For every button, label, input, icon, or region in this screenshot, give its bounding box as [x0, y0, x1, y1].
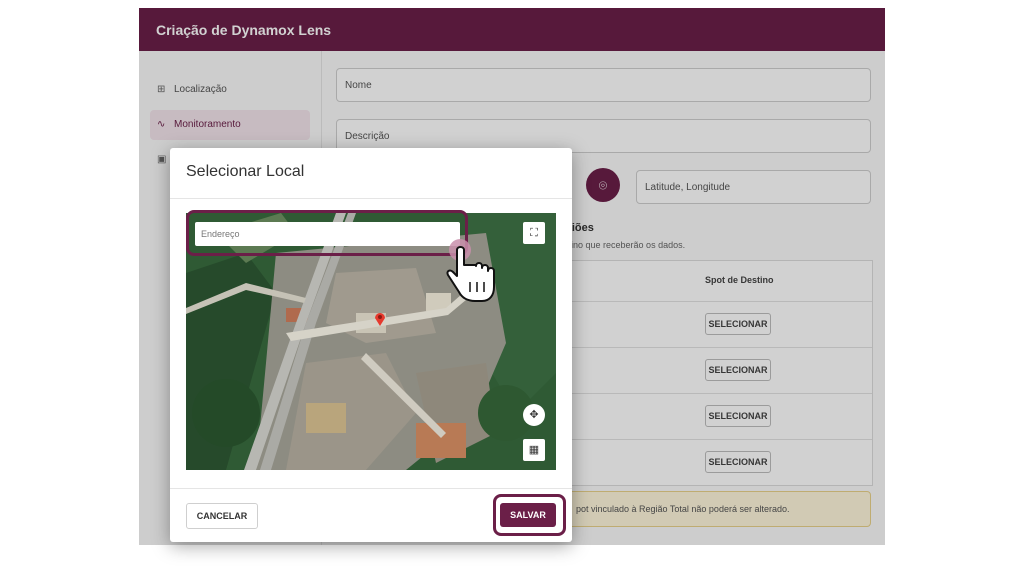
modal-footer-divider — [170, 488, 572, 489]
save-highlight-frame — [493, 494, 566, 536]
map-type-button[interactable]: ▦ — [523, 439, 545, 461]
select-location-modal: Selecionar Local Endereço ⛶ ✥ ▦ CANCELAR… — [170, 148, 572, 542]
cancel-button[interactable]: CANCELAR — [186, 503, 258, 529]
grid-icon: ▦ — [528, 444, 540, 456]
fullscreen-icon: ⛶ — [530, 227, 538, 239]
pan-control-button[interactable]: ✥ — [523, 404, 545, 426]
modal-divider — [170, 198, 572, 199]
modal-title: Selecionar Local — [186, 163, 305, 180]
address-highlight-frame — [186, 210, 468, 256]
fullscreen-button[interactable]: ⛶ — [523, 222, 545, 244]
move-icon: ✥ — [529, 409, 539, 421]
location-marker-icon — [374, 312, 386, 326]
hand-pointer-icon — [444, 238, 504, 304]
